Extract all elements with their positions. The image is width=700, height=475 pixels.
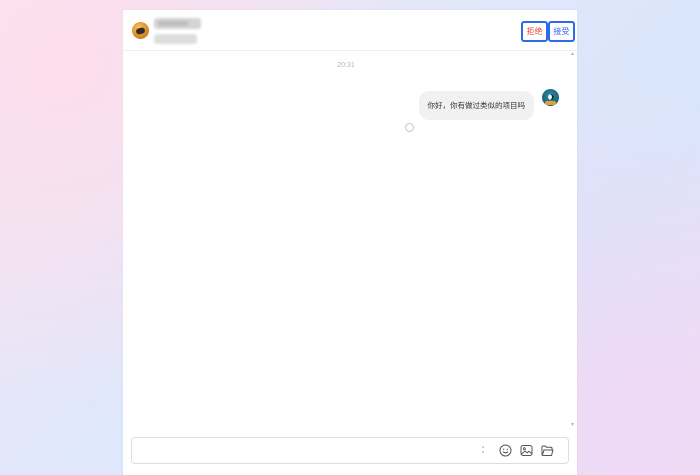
image-icon[interactable] <box>520 444 533 457</box>
accept-button[interactable]: 接受 <box>548 21 575 42</box>
message-bubble[interactable]: 你好，你有做过类似的项目吗 <box>418 91 534 120</box>
contact-subtitle-blurred <box>154 34 197 44</box>
contact-avatar[interactable] <box>132 22 149 39</box>
message-input[interactable] <box>138 438 468 463</box>
scroll-down-arrow[interactable]: ▼ <box>570 423 575 428</box>
chat-header: 拒绝 接受 <box>123 10 577 51</box>
message-composer <box>131 437 569 464</box>
drag-handle-icon[interactable] <box>482 446 484 456</box>
scroll-up-arrow[interactable]: ▲ <box>570 52 575 57</box>
read-status-indicator <box>405 123 414 132</box>
chat-window: 拒绝 接受 20:31 你好，你有做过类似的项目吗 ▲ ▼ <box>123 10 577 475</box>
emoji-icon[interactable] <box>499 444 512 457</box>
self-avatar[interactable] <box>542 89 559 106</box>
message-list[interactable]: 20:31 你好，你有做过类似的项目吗 <box>123 51 577 434</box>
reject-button[interactable]: 拒绝 <box>521 21 548 42</box>
folder-icon[interactable] <box>541 444 554 457</box>
contact-name-blurred <box>154 18 201 29</box>
message-timestamp: 20:31 <box>337 62 355 69</box>
